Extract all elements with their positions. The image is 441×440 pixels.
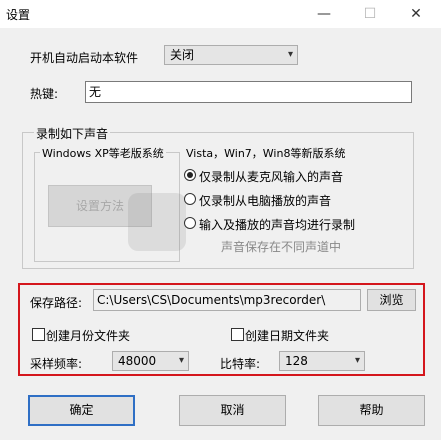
browse-button[interactable]: 浏览	[367, 289, 416, 311]
autostart-value: 关闭	[170, 48, 195, 62]
radio-mic-only-label: 仅录制从麦克风输入的声音	[199, 170, 344, 184]
monthly-folder-label: 创建月份文件夹	[46, 329, 131, 343]
samplerate-select[interactable]: 48000 ▾	[112, 351, 189, 371]
chevron-down-icon: ▾	[178, 355, 184, 366]
bitrate-value: 128	[285, 354, 308, 368]
window-title: 设置	[6, 8, 31, 22]
bitrate-label: 比特率:	[220, 357, 261, 371]
radio-playback-only[interactable]	[184, 193, 196, 205]
minimize-button[interactable]: —	[301, 0, 347, 28]
xp-group-title: Windows XP等老版系统	[40, 145, 166, 161]
radio-both[interactable]	[184, 217, 196, 229]
hotkey-label: 热键:	[30, 87, 59, 101]
autostart-label: 开机自动启动本软件	[30, 51, 139, 65]
maximize-button[interactable]: ☐	[347, 0, 393, 28]
channel-note: 声音保存在不同声道中	[221, 240, 342, 254]
radio-mic-only[interactable]	[184, 169, 196, 181]
samplerate-value: 48000	[118, 354, 157, 368]
radio-playback-only-label: 仅录制从电脑播放的声音	[199, 194, 332, 208]
vista-group-title: Vista，Win7，Win8等新版系统	[184, 145, 348, 161]
close-button[interactable]: ✕	[393, 0, 439, 28]
ok-button[interactable]: 确定	[28, 395, 135, 426]
chevron-down-icon: ▾	[354, 355, 360, 366]
hotkey-input[interactable]: 无	[85, 81, 412, 103]
save-path-label: 保存路径:	[30, 296, 83, 310]
chevron-down-icon: ▾	[287, 49, 293, 60]
help-button[interactable]: 帮助	[318, 395, 425, 426]
save-path-input[interactable]: C:\Users\CS\Documents\mp3recorder\	[93, 289, 361, 311]
bitrate-select[interactable]: 128 ▾	[279, 351, 365, 371]
record-group-title: 录制如下声音	[34, 125, 111, 142]
daily-folder-label: 创建日期文件夹	[245, 329, 330, 343]
watermark-logo	[128, 193, 186, 251]
radio-both-label: 输入及播放的声音均进行录制	[199, 218, 356, 232]
cancel-button[interactable]: 取消	[179, 395, 286, 426]
monthly-folder-checkbox[interactable]	[32, 328, 45, 341]
samplerate-label: 采样频率:	[30, 357, 83, 371]
daily-folder-checkbox[interactable]	[231, 328, 244, 341]
autostart-select[interactable]: 关闭 ▾	[164, 45, 298, 65]
